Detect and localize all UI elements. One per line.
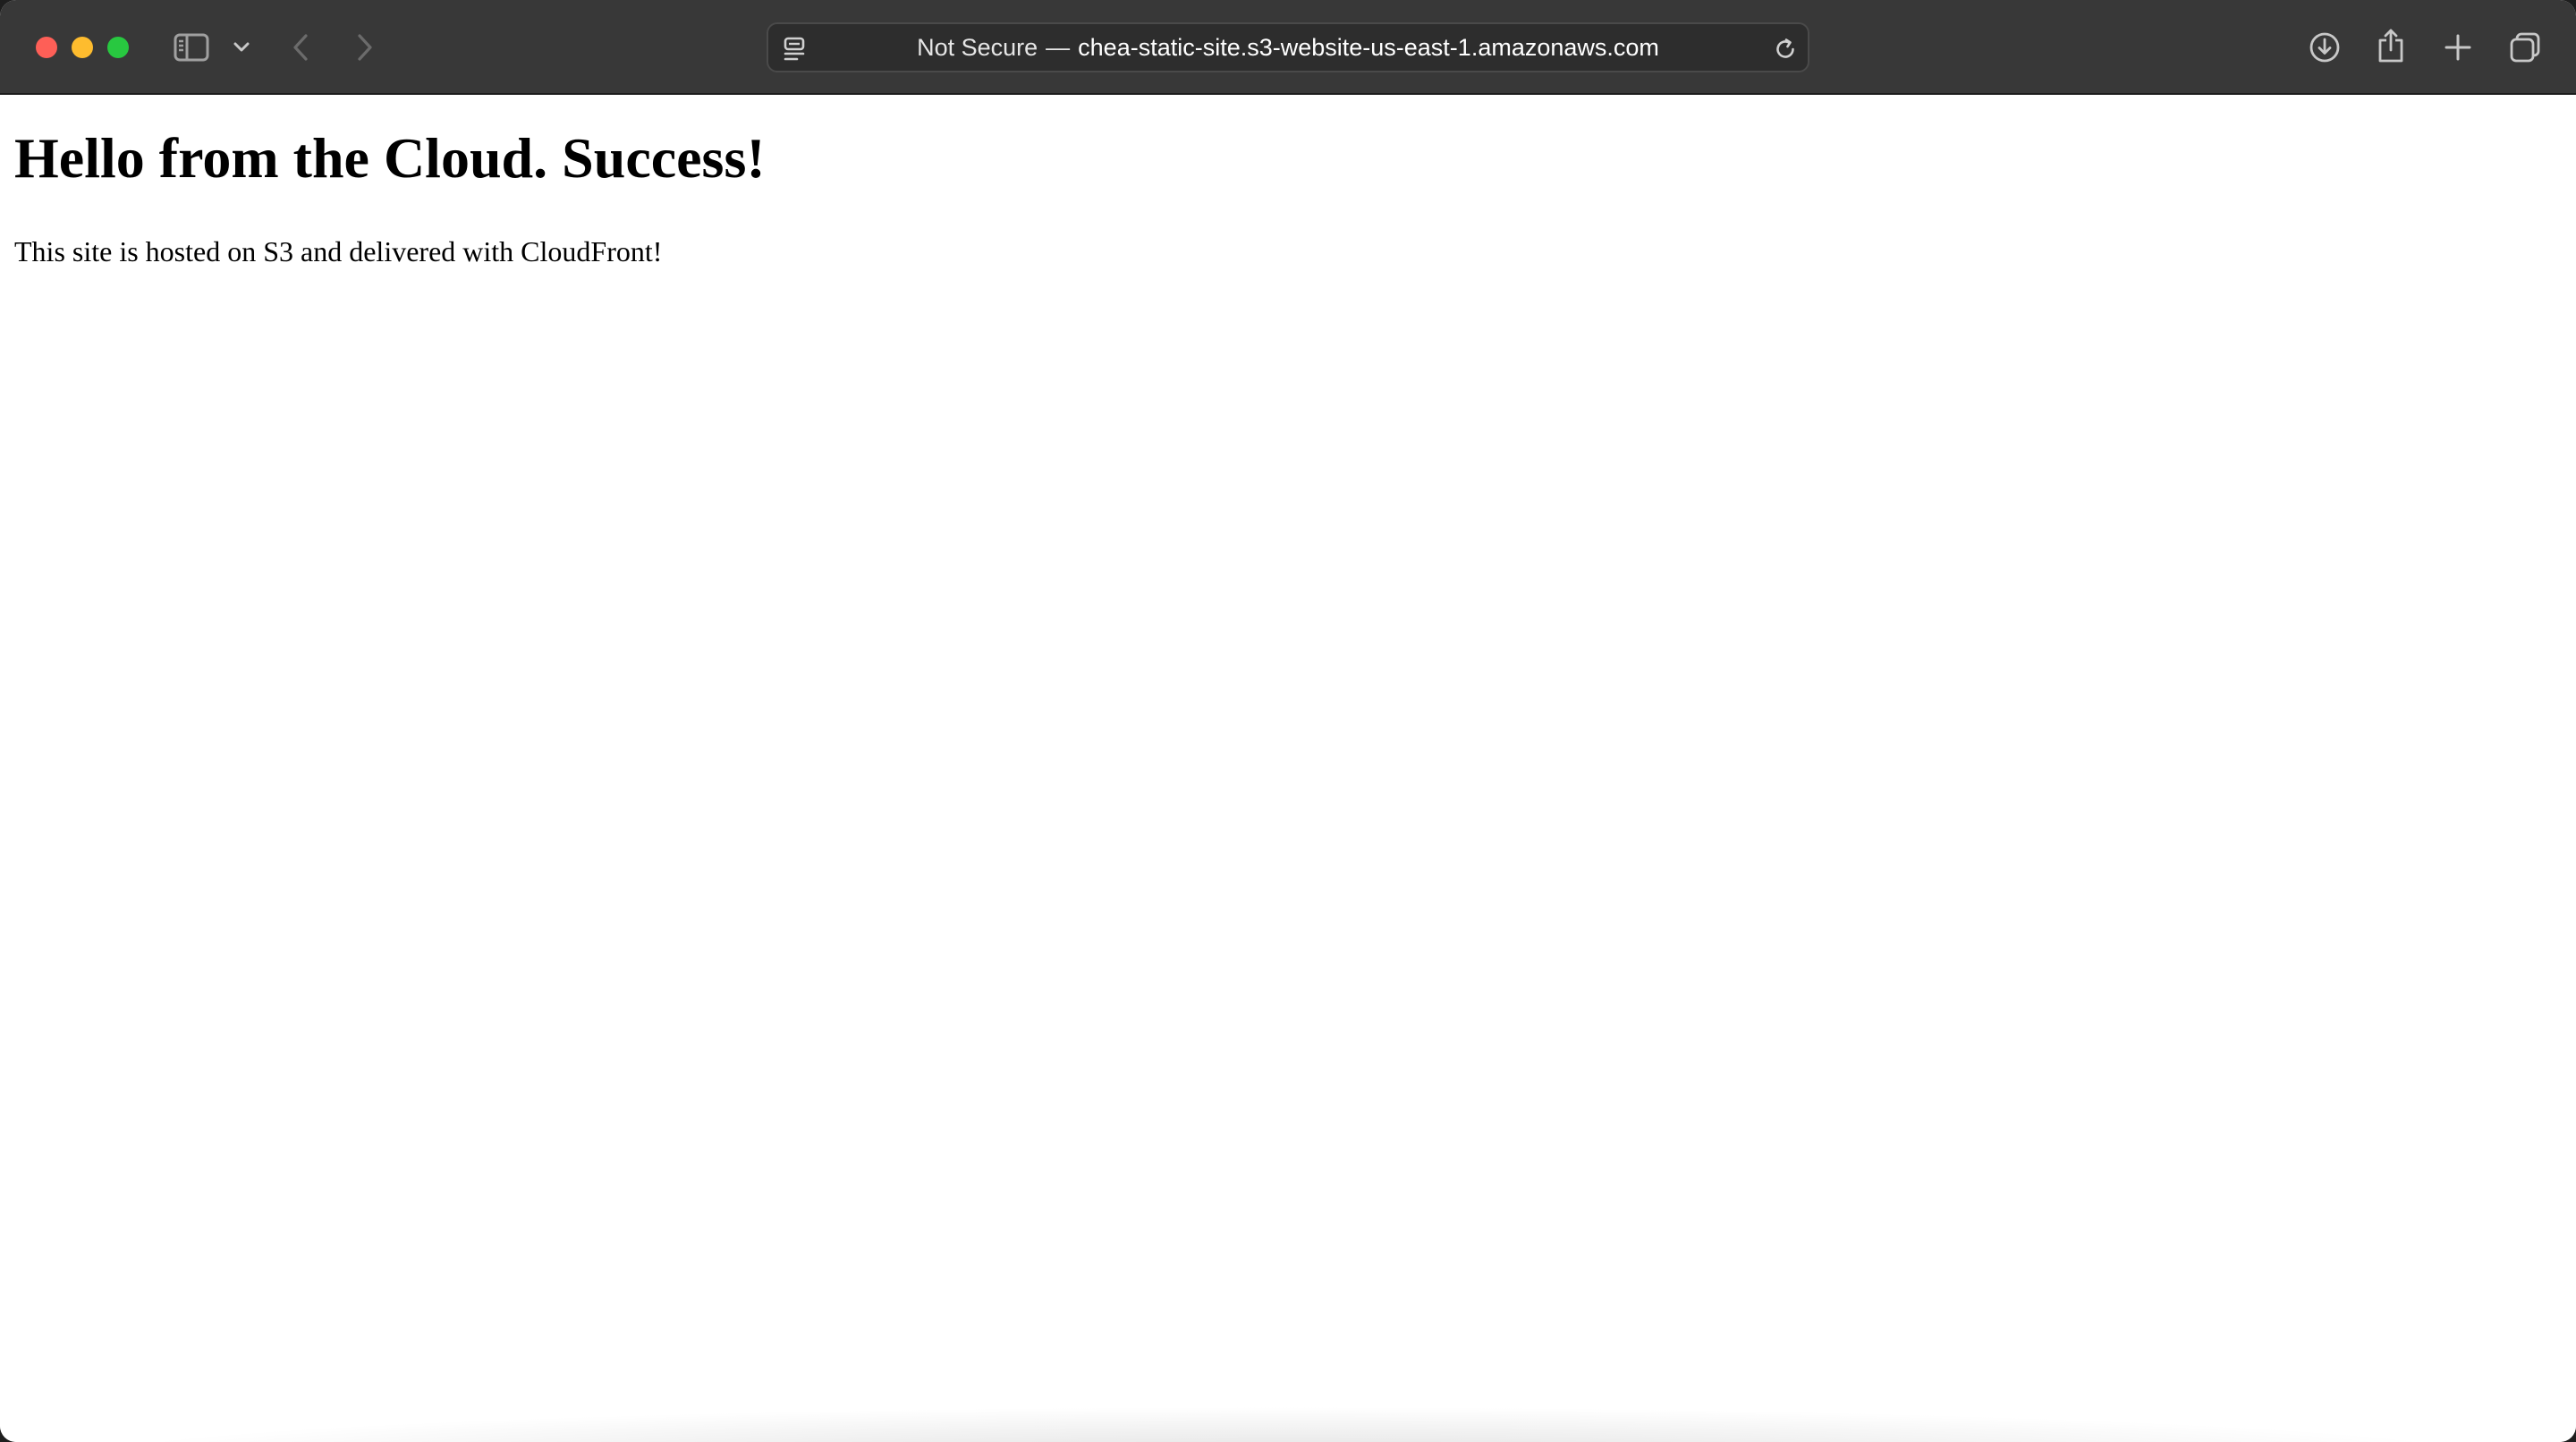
- chevron-left-icon: [293, 34, 308, 61]
- chevron-right-icon: [358, 34, 372, 61]
- sidebar-icon: [174, 33, 209, 62]
- sidebar-menu-button[interactable]: [231, 38, 252, 56]
- address-text: Not Secure — chea-static-site.s3-website…: [768, 24, 1808, 71]
- tab-overview-icon: [2510, 32, 2540, 63]
- minimize-window-button[interactable]: [72, 37, 93, 58]
- page-body-text: This site is hosted on S3 and delivered …: [14, 235, 663, 267]
- tab-overview-button[interactable]: [2508, 30, 2542, 64]
- share-icon: [2378, 29, 2403, 63]
- url-host: chea-static-site.s3-website-us-east-1.am…: [1078, 33, 1659, 61]
- window-bottom-shadow: [54, 1406, 2522, 1442]
- reload-icon: [1776, 38, 1794, 58]
- new-tab-button[interactable]: [2443, 32, 2473, 63]
- share-button[interactable]: [2376, 27, 2406, 64]
- browser-window: Not Secure — chea-static-site.s3-website…: [0, 0, 2576, 1442]
- fullscreen-window-button[interactable]: [107, 37, 129, 58]
- address-bar[interactable]: Not Secure — chea-static-site.s3-website…: [767, 22, 1809, 72]
- chevron-down-icon: [233, 42, 250, 52]
- download-icon: [2309, 32, 2340, 63]
- forward-button[interactable]: [354, 32, 376, 63]
- address-separator: —: [1046, 33, 1071, 61]
- page-heading: Hello from the Cloud. Success!: [14, 126, 766, 190]
- page-content: Hello from the Cloud. Success! This site…: [0, 95, 2576, 1442]
- security-label: Not Secure: [917, 33, 1038, 61]
- back-button[interactable]: [290, 32, 311, 63]
- reload-button[interactable]: [1772, 36, 1799, 63]
- downloads-button[interactable]: [2308, 30, 2342, 64]
- plus-icon: [2445, 34, 2471, 61]
- sidebar-toggle-button[interactable]: [174, 32, 209, 63]
- browser-toolbar: Not Secure — chea-static-site.s3-website…: [0, 0, 2576, 95]
- close-window-button[interactable]: [36, 37, 57, 58]
